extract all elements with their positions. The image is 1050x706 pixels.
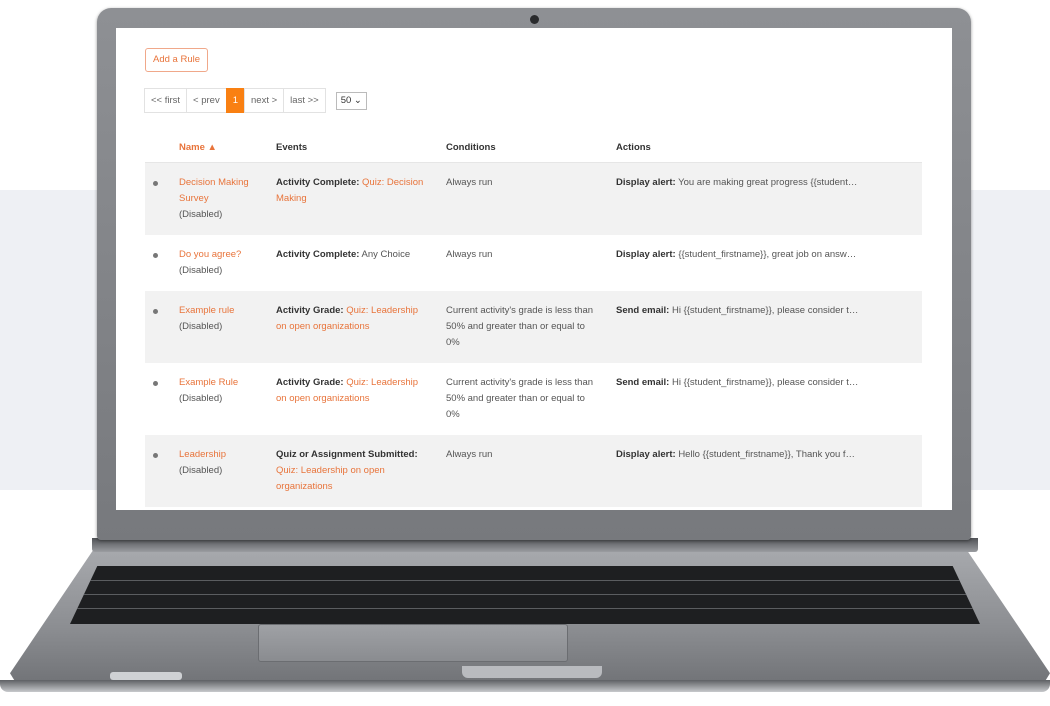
event-text: Any Choice [361, 249, 411, 260]
pager-prev[interactable]: < prev [186, 88, 227, 113]
table-row: Example rule (Disabled) Activity Grade: Q… [145, 291, 922, 363]
action-text: You are making great progress {{student… [678, 177, 858, 188]
rule-status: (Disabled) [179, 209, 223, 220]
rule-name-link[interactable]: Example Rule [179, 377, 238, 388]
laptop-lid: Add a Rule << first < prev 1 next > last… [97, 8, 971, 540]
rule-name-link[interactable]: Do you agree? [179, 249, 241, 260]
laptop-screen: Add a Rule << first < prev 1 next > last… [116, 28, 952, 510]
action-label: Send email: [616, 377, 670, 388]
rule-status: (Disabled) [179, 321, 223, 332]
rule-name-link[interactable]: Decision Making Survey [179, 177, 249, 204]
webcam-icon [530, 15, 539, 24]
condition-text: Always run [446, 249, 493, 260]
column-header-events: Events [268, 128, 438, 163]
column-header-actions: Actions [608, 128, 922, 163]
row-toggle-icon[interactable] [153, 453, 158, 458]
row-toggle-icon[interactable] [153, 253, 158, 258]
table-row: Example Rule (Disabled) Activity Grade: Q… [145, 363, 922, 435]
action-text: Hi {{student_firstname}}, please conside… [671, 305, 859, 316]
rule-name-link[interactable]: Example rule [179, 305, 234, 316]
chevron-down-icon: ⌄ [353, 94, 362, 106]
event-link[interactable]: Quiz: Leadership on open organizations [276, 465, 385, 492]
event-label: Activity Grade: [276, 377, 344, 388]
laptop-front-edge [0, 680, 1050, 692]
rule-name-link[interactable]: Leadership [179, 449, 226, 460]
condition-text: Always run [438, 162, 608, 235]
table-row: Decision Making Survey (Disabled) Activit… [145, 162, 922, 235]
pagination: << first < prev 1 next > last >> 50 ⌄ [144, 88, 367, 113]
rules-table: Name ▲ Events Conditions Actions Decisio… [145, 128, 922, 507]
row-toggle-icon[interactable] [153, 181, 158, 186]
action-text: Hi {{student_firstname}}, please conside… [671, 377, 859, 388]
column-header-conditions: Conditions [438, 128, 608, 163]
table-header-row: Name ▲ Events Conditions Actions [145, 128, 922, 163]
action-label: Display alert: [616, 449, 676, 460]
action-label: Display alert: [616, 177, 676, 188]
event-label: Quiz or Assignment Submitted: [276, 449, 418, 460]
laptop-latch [110, 672, 182, 680]
event-label: Activity Grade: [276, 305, 344, 316]
laptop-front-notch [462, 666, 602, 678]
laptop-hinge [92, 538, 978, 552]
pager-first[interactable]: << first [144, 88, 188, 113]
pager-next[interactable]: next > [244, 88, 285, 113]
per-page-select[interactable]: 50 ⌄ [335, 91, 367, 110]
rule-status: (Disabled) [179, 265, 223, 276]
per-page-value: 50 [340, 94, 352, 106]
condition-text: Current activity's grade is less than 50… [438, 291, 608, 363]
action-text: Hello {{student_firstname}}, Thank you f… [678, 449, 856, 460]
condition-text: Always run [438, 435, 608, 507]
rule-status: (Disabled) [179, 465, 223, 476]
table-row: Leadership (Disabled) Quiz or Assignment … [145, 435, 922, 507]
event-label: Activity Complete: [276, 177, 360, 188]
rule-status: (Disabled) [179, 393, 223, 404]
action-text: {{student_firstname}}, great job on answ… [678, 249, 857, 260]
row-toggle-icon[interactable] [153, 381, 158, 386]
laptop-keyboard [70, 566, 980, 624]
action-label: Send email: [616, 305, 670, 316]
table-row: Do you agree? (Disabled) Activity Complet… [145, 235, 922, 291]
laptop-touchpad [258, 624, 568, 662]
add-rule-button[interactable]: Add a Rule [145, 48, 209, 72]
action-label: Display alert: [616, 249, 676, 260]
pager-last[interactable]: last >> [283, 88, 326, 113]
column-header-name[interactable]: Name ▲ [171, 128, 268, 163]
row-toggle-icon[interactable] [153, 309, 158, 314]
condition-text: Current activity's grade is less than 50… [446, 377, 594, 420]
pager-current-page[interactable]: 1 [225, 88, 246, 113]
event-label: Activity Complete: [276, 249, 360, 260]
